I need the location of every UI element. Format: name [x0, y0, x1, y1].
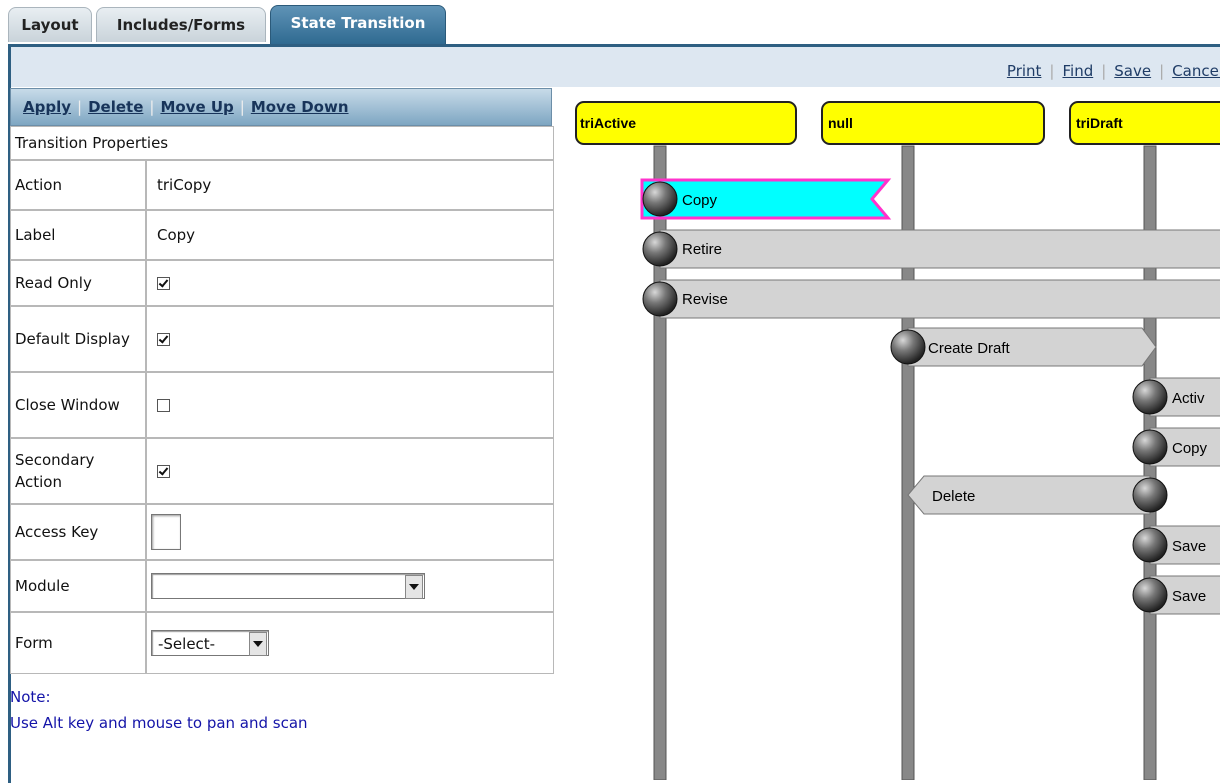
- action-value: triCopy: [146, 160, 554, 210]
- transition-anchor-icon: [1132, 527, 1168, 563]
- tab-layout[interactable]: Layout: [8, 7, 92, 42]
- transition-anchor-icon: [1132, 477, 1168, 513]
- transition-label: Activ: [1172, 390, 1205, 407]
- default-display-label: Default Display: [10, 306, 146, 372]
- transition-label: Copy: [682, 192, 718, 209]
- state-tridraft[interactable]: triDraft: [1069, 101, 1220, 145]
- apply-link[interactable]: Apply: [23, 98, 71, 116]
- label-label: Label: [10, 210, 146, 260]
- transition-delete[interactable]: Delete: [907, 475, 1151, 515]
- module-select[interactable]: [151, 573, 425, 599]
- state-label: triDraft: [1076, 115, 1123, 131]
- access-key-input[interactable]: [151, 514, 181, 550]
- state-diagram[interactable]: triActive null triDraft Copy Retire Revi…: [562, 54, 1220, 780]
- close-window-checkbox[interactable]: [157, 399, 170, 412]
- close-window-label: Close Window: [10, 372, 146, 438]
- properties-header: Transition Properties: [10, 126, 554, 160]
- read-only-checkbox[interactable]: [157, 277, 170, 290]
- secondary-action-label: Secondary Action: [10, 438, 146, 504]
- transition-label: Delete: [932, 488, 975, 505]
- transition-revise[interactable]: Revise: [659, 279, 1220, 319]
- state-label: triActive: [580, 115, 636, 131]
- form-label: Form: [10, 612, 146, 674]
- note: Note: Use Alt key and mouse to pan and s…: [10, 684, 308, 736]
- tab-bar: Layout Includes/Forms State Transition: [0, 0, 1220, 44]
- transition-label: Retire: [682, 241, 722, 258]
- state-label: null: [828, 115, 853, 131]
- action-bar: Apply | Delete | Move Up | Move Down: [10, 88, 552, 126]
- properties-table: Transition Properties Action triCopy Lab…: [10, 126, 554, 674]
- action-label: Action: [10, 160, 146, 210]
- transition-anchor-icon: [642, 231, 678, 267]
- tab-state-transition[interactable]: State Transition: [270, 5, 446, 44]
- transition-label: Revise: [682, 291, 728, 308]
- form-value: -Select-: [158, 635, 216, 653]
- transition-anchor-icon: [642, 181, 678, 217]
- transition-copy-selected[interactable]: Copy: [640, 178, 892, 220]
- label-value: Copy: [146, 210, 554, 260]
- transition-label: Save: [1172, 538, 1206, 555]
- delete-link[interactable]: Delete: [88, 98, 143, 116]
- transition-panel: Apply | Delete | Move Up | Move Down Transitio…: [10, 88, 554, 674]
- state-null[interactable]: null: [821, 101, 1045, 145]
- access-key-label: Access Key: [10, 504, 146, 560]
- state-triactive[interactable]: triActive: [575, 101, 797, 145]
- transition-anchor-icon: [890, 329, 926, 365]
- module-label: Module: [10, 560, 146, 612]
- secondary-action-checkbox[interactable]: [157, 465, 170, 478]
- note-title: Note:: [10, 688, 51, 706]
- transition-create-draft[interactable]: Create Draft: [907, 327, 1157, 367]
- transition-retire[interactable]: Retire: [659, 229, 1220, 269]
- move-down-link[interactable]: Move Down: [251, 98, 349, 116]
- transition-anchor-icon: [642, 281, 678, 317]
- transition-anchor-icon: [1132, 379, 1168, 415]
- move-up-link[interactable]: Move Up: [160, 98, 233, 116]
- transition-label: Create Draft: [928, 340, 1011, 357]
- note-text: Use Alt key and mouse to pan and scan: [10, 714, 308, 732]
- form-select[interactable]: -Select-: [151, 630, 269, 656]
- transition-anchor-icon: [1132, 577, 1168, 613]
- read-only-label: Read Only: [10, 260, 146, 306]
- default-display-checkbox[interactable]: [157, 333, 170, 346]
- chevron-down-icon: [405, 575, 423, 599]
- transition-label: Copy: [1172, 440, 1208, 457]
- transition-label: Save: [1172, 588, 1206, 605]
- transition-anchor-icon: [1132, 429, 1168, 465]
- tab-includes-forms[interactable]: Includes/Forms: [96, 7, 266, 42]
- chevron-down-icon: [249, 632, 267, 656]
